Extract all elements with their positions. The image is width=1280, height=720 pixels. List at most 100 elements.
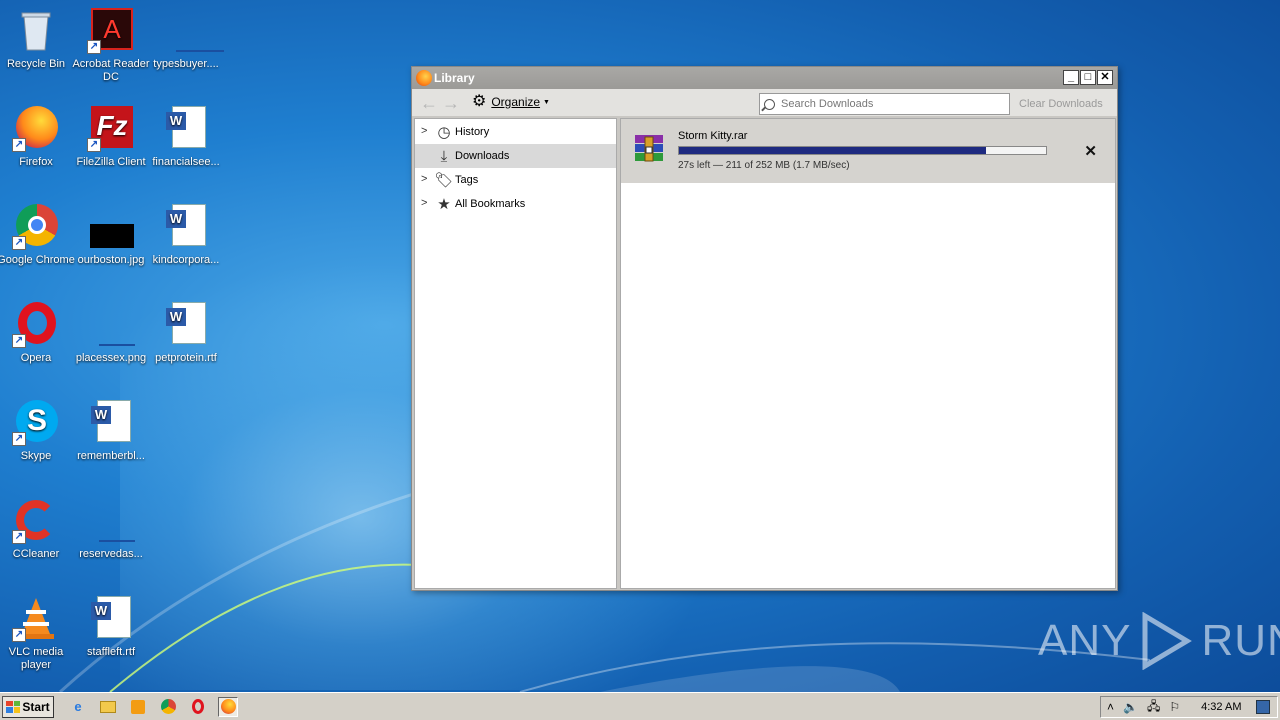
winrar-archive-icon bbox=[633, 133, 665, 165]
desktop-icon-filezilla[interactable]: Fz ↗ FileZilla Client bbox=[72, 104, 150, 169]
expand-chevron-icon[interactable]: > bbox=[421, 197, 427, 209]
desktop-icon-rememberbl[interactable]: W rememberbl... bbox=[72, 398, 150, 463]
search-downloads-input[interactable]: Search Downloads bbox=[759, 93, 1010, 115]
network-icon[interactable]: 🖧 bbox=[1147, 697, 1160, 718]
desktop-icon-reservedas[interactable]: reservedas... bbox=[72, 496, 150, 561]
sidebar-item-all-bookmarks[interactable]: > ★ All Bookmarks bbox=[415, 192, 616, 216]
windows-logo-icon bbox=[6, 700, 21, 713]
taskbar: Start e ˄ 🔈 🖧 ⚐ 4:32 AM bbox=[0, 692, 1280, 720]
desktop-icon-firefox[interactable]: ↗ Firefox bbox=[0, 104, 75, 169]
shortcut-arrow-icon: ↗ bbox=[87, 138, 101, 152]
desktop-icon-skype[interactable]: S ↗ Skype bbox=[0, 398, 75, 463]
skype-icon: S ↗ bbox=[12, 398, 60, 446]
sidebar-item-downloads[interactable]: ⤓ Downloads bbox=[415, 144, 616, 168]
desktop-icon-vlc[interactable]: ↗ VLC media player bbox=[0, 594, 75, 672]
watermark-text-right: RUN bbox=[1201, 616, 1280, 665]
window-titlebar[interactable]: Library _ □ ✕ bbox=[412, 67, 1117, 89]
desktop-icon-opera[interactable]: ↗ Opera bbox=[0, 300, 75, 365]
desktop-icon-label: typesbuyer.... bbox=[153, 58, 219, 70]
desktop-icon-label: staffleft.rtf bbox=[86, 646, 136, 658]
desktop-icon-label: placessex.png bbox=[75, 352, 147, 364]
window-title: Library bbox=[434, 71, 475, 85]
shortcut-arrow-icon: ↗ bbox=[12, 236, 26, 250]
desktop-icon-label: kindcorpora... bbox=[152, 254, 220, 266]
close-button[interactable]: ✕ bbox=[1097, 70, 1113, 85]
download-progress-fill bbox=[679, 147, 987, 154]
desktop-icon-label: Acrobat Reader DC bbox=[72, 58, 150, 83]
start-button[interactable]: Start bbox=[2, 695, 54, 718]
desktop-icon-ccleaner[interactable]: ↗ CCleaner bbox=[0, 496, 75, 561]
show-desktop-button[interactable] bbox=[1256, 700, 1271, 714]
desktop-icon-label: CCleaner bbox=[12, 548, 60, 560]
desktop-icon-label: Opera bbox=[20, 352, 52, 364]
system-tray: ˄ 🔈 🖧 ⚐ 4:32 AM bbox=[1100, 696, 1278, 718]
expand-chevron-icon[interactable]: > bbox=[421, 125, 427, 137]
internet-explorer-icon[interactable]: e bbox=[68, 697, 88, 717]
download-item[interactable]: Storm Kitty.rar 27s left — 211 of 252 MB… bbox=[621, 119, 1115, 183]
download-filename: Storm Kitty.rar bbox=[678, 130, 748, 142]
desktop-icon-financialsee[interactable]: W financialsee... bbox=[147, 104, 225, 169]
sidebar-item-label: Tags bbox=[455, 174, 479, 186]
desktop-icon-chrome[interactable]: ↗ Google Chrome bbox=[0, 202, 75, 267]
desktop-icon-recycle-bin[interactable]: Recycle Bin bbox=[0, 6, 75, 71]
desktop-icon-ourboston[interactable]: ourboston.jpg bbox=[72, 202, 150, 267]
desktop-icon-label: reservedas... bbox=[79, 548, 143, 560]
desktop-icon-placessex[interactable]: placessex.png bbox=[72, 300, 150, 365]
chrome-icon[interactable] bbox=[158, 697, 178, 717]
word-document-icon: W bbox=[87, 398, 135, 446]
action-center-flag-icon[interactable]: ⚐ bbox=[1169, 700, 1180, 714]
play-logo-icon bbox=[1142, 612, 1193, 670]
explorer-folder-icon[interactable] bbox=[98, 697, 118, 717]
clear-downloads-button[interactable]: Clear Downloads bbox=[1019, 98, 1103, 110]
clock-icon: ◷ bbox=[437, 124, 451, 141]
forward-arrow-icon[interactable]: → bbox=[442, 94, 460, 112]
opera-icon[interactable] bbox=[188, 697, 208, 717]
desktop-icon-label: Recycle Bin bbox=[6, 58, 66, 70]
image-file-icon bbox=[87, 202, 135, 250]
library-window[interactable]: Library _ □ ✕ ← → ⚙ Organize ▼ Search Do… bbox=[411, 66, 1118, 591]
desktop-icon-kindcorpora[interactable]: W kindcorpora... bbox=[147, 202, 225, 267]
sidebar-item-history[interactable]: > ◷ History bbox=[415, 120, 616, 144]
expand-chevron-icon[interactable]: > bbox=[421, 173, 427, 185]
maximize-button[interactable]: □ bbox=[1080, 70, 1096, 85]
firefox-taskbar-button[interactable] bbox=[218, 696, 238, 717]
volume-icon[interactable]: 🔈 bbox=[1123, 700, 1138, 714]
clock[interactable]: 4:32 AM bbox=[1201, 701, 1241, 713]
shortcut-arrow-icon: ↗ bbox=[12, 432, 26, 446]
show-hidden-icons-icon[interactable]: ˄ bbox=[1107, 700, 1114, 714]
firefox-icon bbox=[416, 70, 432, 86]
organize-menu-button[interactable]: ⚙ Organize ▼ bbox=[472, 93, 550, 110]
download-progress-bar bbox=[678, 146, 1047, 155]
acrobat-icon: A ↗ bbox=[87, 6, 135, 54]
desktop-icon-petprotein[interactable]: W petprotein.rtf bbox=[147, 300, 225, 365]
star-icon: ★ bbox=[437, 196, 451, 213]
filezilla-icon: Fz ↗ bbox=[87, 104, 135, 152]
desktop-icon-label: Skype bbox=[20, 450, 52, 462]
desktop-icon-typesbuyer[interactable]: typesbuyer.... bbox=[147, 6, 225, 71]
desktop-icon-acrobat[interactable]: A ↗ Acrobat Reader DC bbox=[72, 6, 150, 84]
desktop-icon-label: Google Chrome bbox=[0, 254, 75, 266]
search-icon bbox=[764, 98, 775, 110]
word-document-icon: W bbox=[162, 104, 210, 152]
gear-icon: ⚙ bbox=[472, 93, 487, 110]
desktop-icon-staffleft[interactable]: W staffleft.rtf bbox=[72, 594, 150, 659]
file-icon bbox=[162, 6, 224, 54]
start-label: Start bbox=[22, 699, 50, 714]
desktop-icon-label: rememberbl... bbox=[77, 450, 145, 462]
chrome-icon: ↗ bbox=[12, 202, 60, 250]
word-document-icon: W bbox=[87, 594, 135, 642]
minimize-button[interactable]: _ bbox=[1063, 70, 1079, 85]
opera-icon: ↗ bbox=[12, 300, 60, 348]
desktop-icon-label: FileZilla Client bbox=[76, 156, 146, 168]
anyrun-watermark: ANY RUN bbox=[1038, 612, 1280, 670]
media-player-icon[interactable] bbox=[128, 697, 148, 717]
sidebar-item-tags[interactable]: > 🏷 Tags bbox=[415, 168, 616, 192]
downloads-list: Storm Kitty.rar 27s left — 211 of 252 MB… bbox=[620, 118, 1116, 589]
shortcut-arrow-icon: ↗ bbox=[12, 138, 26, 152]
cancel-download-icon[interactable]: ✕ bbox=[1084, 142, 1097, 160]
word-document-icon: W bbox=[162, 202, 210, 250]
organize-label: Organize bbox=[491, 95, 541, 109]
sidebar-item-label: All Bookmarks bbox=[455, 198, 526, 210]
back-arrow-icon[interactable]: ← bbox=[420, 94, 438, 112]
sidebar-item-label: History bbox=[455, 126, 490, 138]
